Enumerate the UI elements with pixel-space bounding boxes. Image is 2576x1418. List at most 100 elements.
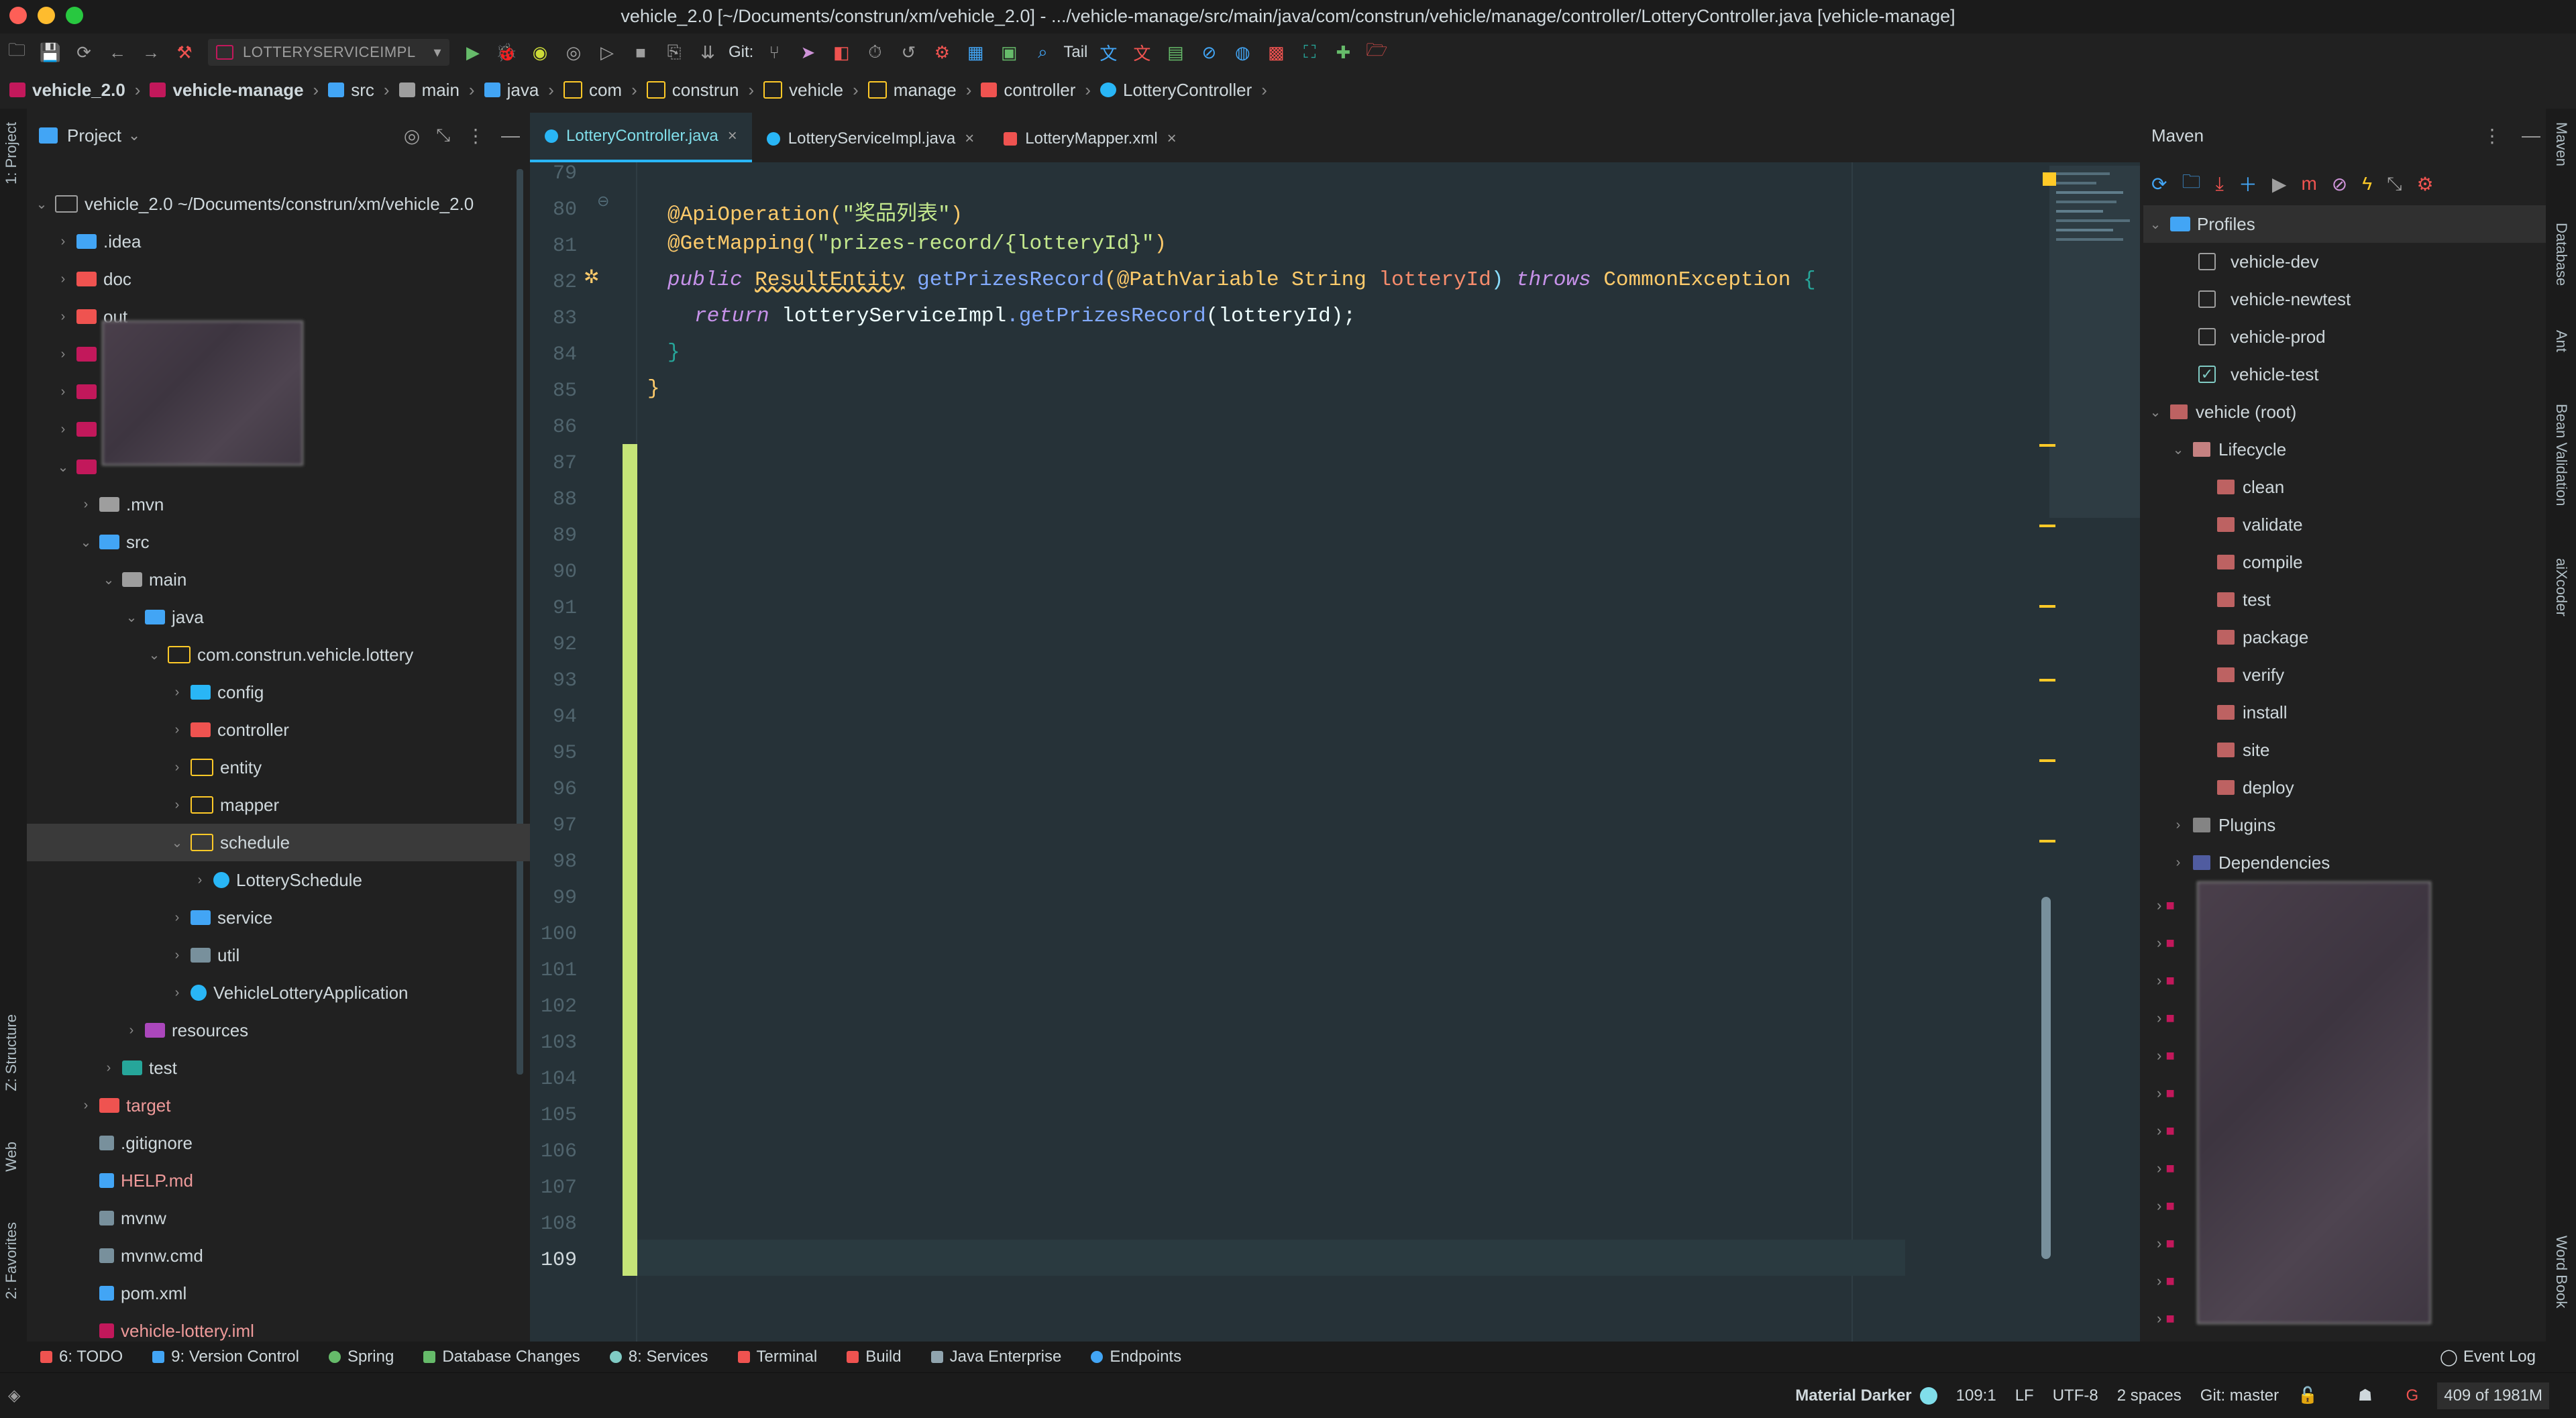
status-encoding[interactable]: UTF-8 — [2053, 1386, 2098, 1405]
back-icon[interactable]: ← — [105, 40, 130, 65]
build-tool-button[interactable]: Build — [847, 1348, 902, 1366]
locate-icon[interactable]: ◎ — [404, 125, 420, 147]
breadcrumb-item[interactable]: vehicle_2.0 — [32, 80, 125, 101]
generate-sources-icon[interactable]: 🗀 — [2182, 168, 2200, 200]
google-icon[interactable]: G — [2406, 1386, 2419, 1405]
git-push-icon[interactable]: ➤ — [795, 40, 820, 65]
tree-item[interactable]: › .mvn — [27, 486, 561, 523]
tree-item[interactable]: › resources — [27, 1012, 606, 1049]
settings-icon[interactable]: ⚙ — [929, 40, 955, 65]
run-configuration-select[interactable]: LOTTERYSERVICEIMPL ▾ — [208, 39, 449, 66]
build-hammer-icon[interactable]: ⚒ — [172, 40, 197, 65]
todo-tool-button[interactable]: 6: TODO — [40, 1348, 123, 1366]
code-line-83[interactable]: return lotteryServiceImpl.getPrizesRecor… — [694, 305, 1356, 328]
code-line-84[interactable]: } — [667, 341, 680, 364]
tree-item[interactable]: .gitignore — [27, 1124, 577, 1162]
tree-item[interactable]: › .idea — [27, 223, 538, 260]
lifecycle-goal[interactable]: compile — [2217, 543, 2303, 581]
event-log-tool-button[interactable]: ◯ Event Log — [2440, 1348, 2536, 1367]
change-marker[interactable] — [2039, 679, 2055, 681]
database-changes-tool-button[interactable]: Database Changes — [423, 1348, 580, 1366]
close-icon[interactable]: × — [1167, 129, 1177, 148]
add-icon[interactable]: ＋ — [2239, 170, 2257, 197]
status-memory-indicator[interactable]: 409 of 1981M — [2437, 1382, 2549, 1409]
endpoint-gutter-icon[interactable]: ✲ — [584, 266, 599, 288]
breadcrumb-item[interactable]: main — [422, 80, 460, 101]
wordbook-tool-tab[interactable]: Word Book — [2553, 1236, 2570, 1308]
change-marker[interactable] — [2039, 840, 2055, 842]
run-icon[interactable]: ▶ — [460, 40, 486, 65]
breadcrumb-item[interactable]: vehicle — [789, 80, 843, 101]
no-entry-icon[interactable]: ⊘ — [1196, 40, 1222, 65]
offline-icon[interactable]: ϟ — [2362, 173, 2372, 195]
lifecycle-goal[interactable]: clean — [2217, 468, 2284, 506]
endpoints-tool-button[interactable]: Endpoints — [1091, 1348, 1181, 1366]
more-options-icon[interactable]: ⋮ — [2483, 125, 2502, 147]
change-marker[interactable] — [2039, 444, 2055, 447]
maven-tool-tab[interactable]: Maven — [2553, 122, 2570, 166]
collapse-icon[interactable]: ⤡ — [2387, 173, 2402, 195]
breadcrumb-item[interactable]: construn — [672, 80, 739, 101]
tree-item[interactable]: › target — [27, 1087, 561, 1124]
tree-item[interactable]: › test — [27, 1049, 584, 1087]
history-icon[interactable]: ⏱ — [862, 40, 888, 65]
tree-item[interactable]: HELP.md — [27, 1162, 577, 1199]
code-line-85[interactable]: } — [647, 377, 660, 400]
code-line-81[interactable]: @GetMapping("prizes-record/{lotteryId}") — [667, 232, 1167, 256]
search-icon[interactable]: ⌕ — [1030, 40, 1055, 65]
tail-label[interactable]: Tail — [1063, 43, 1087, 62]
chevron-down-icon[interactable]: ⌄ — [128, 127, 140, 144]
translate-icon[interactable]: 文 — [1095, 40, 1121, 65]
sync-icon[interactable]: ⟳ — [71, 40, 97, 65]
tree-item[interactable]: mvnw.cmd — [27, 1237, 577, 1274]
lifecycle-goal[interactable]: package — [2217, 618, 2308, 656]
editor-scrollbar[interactable] — [2041, 897, 2051, 1259]
structure-grid-icon[interactable]: ▦ — [963, 40, 988, 65]
lifecycle-goal[interactable]: install — [2217, 694, 2287, 731]
more-options-icon[interactable]: ⋮ — [466, 125, 485, 147]
breadcrumb-item[interactable]: src — [351, 80, 374, 101]
status-theme[interactable]: Material Darker — [1795, 1386, 1911, 1405]
breadcrumb-item[interactable]: com — [589, 80, 622, 101]
breadcrumb-item[interactable]: java — [507, 80, 539, 101]
stop-icon[interactable]: ■ — [628, 40, 653, 65]
profile-row[interactable]: vehicle-prod — [2198, 318, 2326, 356]
terminal-icon[interactable]: ▣ — [996, 40, 1022, 65]
hide-panel-icon[interactable]: — — [501, 125, 520, 146]
inspector-icon[interactable]: ☗ — [2358, 1386, 2373, 1405]
lifecycle-goal[interactable]: site — [2217, 731, 2269, 769]
open-folder-icon[interactable]: 🗀 — [4, 40, 30, 65]
lifecycle-goal[interactable]: validate — [2217, 506, 2303, 543]
minimap[interactable] — [2049, 166, 2140, 518]
reload-icon[interactable]: ⟳ — [2151, 173, 2167, 195]
run-icon[interactable]: ▶ — [2272, 173, 2287, 195]
lifecycle-goal[interactable]: deploy — [2217, 769, 2294, 806]
profile-checkbox-checked[interactable]: ✓ — [2198, 366, 2216, 383]
java-enterprise-tool-button[interactable]: Java Enterprise — [930, 1348, 1061, 1366]
breadcrumb-item[interactable]: LotteryController — [1123, 80, 1252, 101]
attach-debugger-icon[interactable]: ⎘ — [661, 40, 687, 65]
frame-icon[interactable]: ⛶ — [1297, 40, 1322, 65]
download-icon[interactable]: ⤓ — [2215, 173, 2223, 195]
web-tool-tab[interactable]: Web — [3, 1142, 20, 1172]
plugins-node[interactable]: › Plugins — [2166, 806, 2276, 844]
project-panel-title[interactable]: Project — [67, 125, 121, 146]
profile-row[interactable]: vehicle-dev — [2198, 243, 2319, 280]
rollback-icon[interactable]: ↺ — [896, 40, 921, 65]
tab-lottery-controller[interactable]: LotteryController.java × — [530, 113, 752, 162]
layout-icon[interactable]: ▩ — [1263, 40, 1289, 65]
save-icon[interactable]: 💾 — [38, 40, 63, 65]
tab-lottery-mapper[interactable]: LotteryMapper.xml × — [989, 115, 1191, 162]
breadcrumb-item[interactable]: controller — [1004, 80, 1075, 101]
folder-red-icon[interactable]: 🗁 — [1364, 40, 1389, 65]
run-disabled-icon[interactable]: ▷ — [594, 40, 620, 65]
tree-item[interactable]: pom.xml — [27, 1274, 577, 1312]
database-tool-tab[interactable]: Database — [2553, 223, 2570, 286]
profile-row[interactable]: ✓ vehicle-test — [2198, 356, 2319, 393]
ant-tool-tab[interactable]: Ant — [2553, 330, 2570, 352]
translate-replace-icon[interactable]: 文 — [1129, 40, 1155, 65]
plugin-icon[interactable]: ✚ — [1330, 40, 1356, 65]
collapse-icon[interactable]: ⤡ — [436, 125, 450, 146]
skip-tests-icon[interactable]: ⊘ — [2332, 173, 2347, 195]
vcs-update-icon[interactable]: ⇊ — [695, 40, 720, 65]
